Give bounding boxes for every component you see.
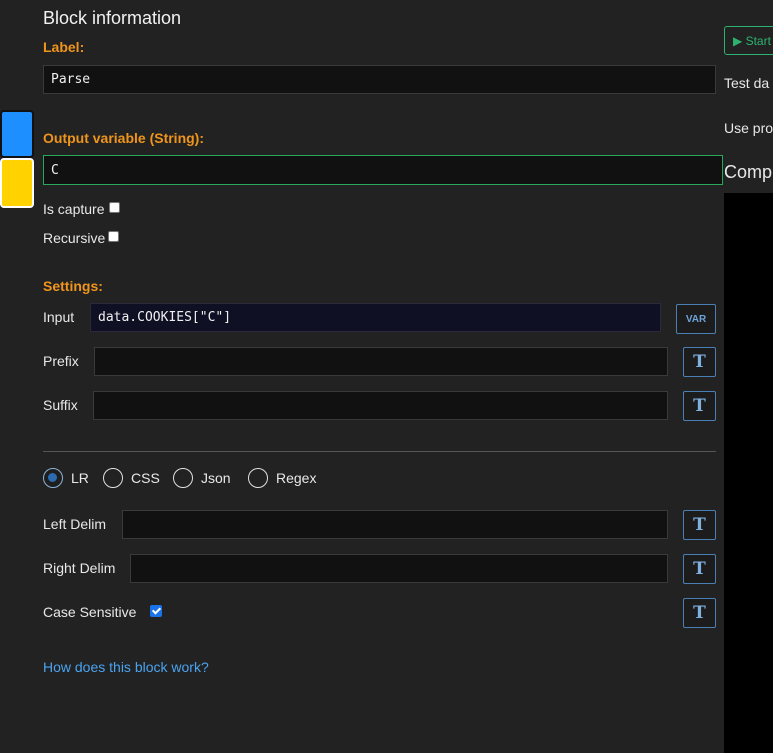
complete-heading: Comp <box>724 162 773 182</box>
start-button-label: ▶ Start <box>733 33 771 48</box>
radio-css[interactable] <box>103 468 123 488</box>
radio-json-label: Json <box>201 470 231 486</box>
case-sensitive-type-button[interactable]: T <box>683 598 716 628</box>
radio-regex[interactable] <box>248 468 268 488</box>
color-swatch-yellow[interactable] <box>0 158 34 208</box>
output-variable-value: C <box>51 162 59 178</box>
input-label: Input <box>43 309 75 325</box>
section-divider <box>43 451 716 452</box>
prefix-label: Prefix <box>43 353 79 369</box>
left-delim-label: Left Delim <box>43 516 107 532</box>
start-button[interactable]: ▶ Start <box>724 26 773 55</box>
is-capture-label: Is capture <box>43 201 105 217</box>
suffix-type-button[interactable]: T <box>683 391 716 421</box>
var-button[interactable]: VAR <box>676 304 716 334</box>
radio-lr-label: LR <box>71 470 89 486</box>
is-capture-checkbox[interactable] <box>109 202 120 213</box>
right-delim-input[interactable] <box>130 554 668 583</box>
use-proxy-label: Use pro <box>724 120 773 136</box>
block-info-title: Block information <box>43 8 182 28</box>
radio-css-label: CSS <box>131 470 160 486</box>
color-swatch-blue[interactable] <box>0 110 34 158</box>
input-field[interactable]: data.COOKIES["C"] <box>90 303 661 332</box>
output-console <box>724 193 773 753</box>
radio-json[interactable] <box>173 468 193 488</box>
prefix-input[interactable] <box>94 347 668 376</box>
test-data-label: Test da <box>724 75 770 91</box>
left-delim-type-button[interactable]: T <box>683 510 716 540</box>
case-sensitive-label: Case Sensitive <box>43 604 137 620</box>
suffix-input[interactable] <box>93 391 668 420</box>
radio-lr[interactable] <box>43 468 63 488</box>
input-field-value: data.COOKIES["C"] <box>98 310 232 325</box>
right-delim-type-button[interactable]: T <box>683 554 716 584</box>
label-input[interactable]: Parse <box>43 65 716 94</box>
output-variable-heading: Output variable (String): <box>43 130 204 146</box>
suffix-label: Suffix <box>43 397 78 413</box>
left-delim-input[interactable] <box>122 510 668 539</box>
help-link[interactable]: How does this block work? <box>43 659 209 675</box>
label-heading: Label: <box>43 39 85 55</box>
prefix-type-button[interactable]: T <box>683 347 716 377</box>
case-sensitive-checkbox[interactable] <box>150 605 162 617</box>
radio-regex-label: Regex <box>276 470 317 486</box>
recursive-label: Recursive <box>43 230 106 246</box>
right-delim-label: Right Delim <box>43 560 116 576</box>
settings-heading: Settings: <box>43 278 103 294</box>
label-input-value: Parse <box>51 72 91 87</box>
recursive-checkbox[interactable] <box>108 231 119 242</box>
output-variable-input[interactable]: C <box>43 155 723 185</box>
